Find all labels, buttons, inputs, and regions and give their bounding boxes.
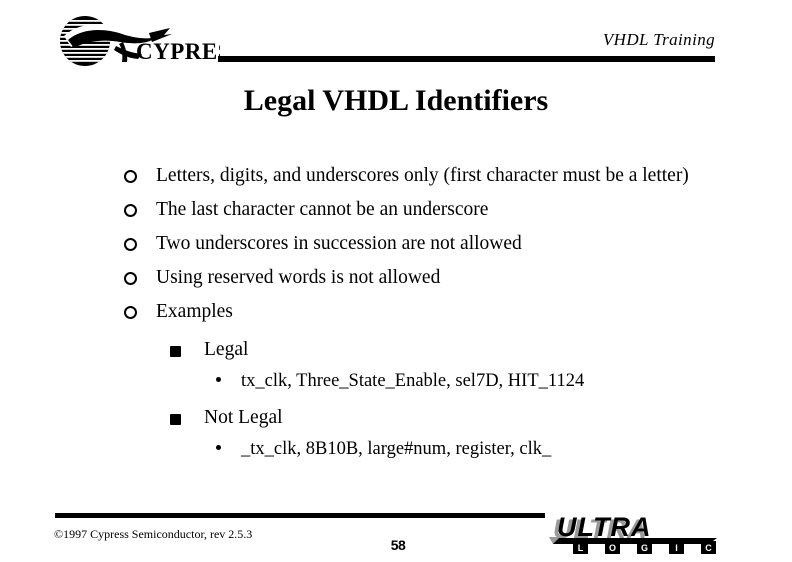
cypress-wordmark: CYPRESS: [136, 39, 220, 64]
logic-letter: O: [609, 543, 616, 553]
list-item-label: tx_clk, Three_State_Enable, sel7D, HIT_1…: [241, 371, 585, 391]
ring-bullet-icon: [124, 232, 144, 258]
ring-bullet-icon: [124, 198, 144, 224]
ring-bullet-icon: [124, 266, 144, 292]
ultra-wordmark: ULTRA: [557, 512, 651, 542]
list-item: The last character cannot be an undersco…: [124, 197, 741, 223]
list-item-label: Two underscores in succession are not al…: [156, 233, 522, 254]
list-item: Two underscores in succession are not al…: [124, 231, 741, 257]
list-item-label: Legal: [204, 339, 249, 360]
list-item: Not Legal: [124, 405, 724, 431]
list-item-label: Not Legal: [204, 407, 283, 428]
ultra-logic-logo: ULTRA ULTRA L O G I C: [549, 511, 739, 559]
slide-header: CYPRESS VHDL Training: [0, 0, 792, 72]
ring-bullet-icon: [124, 300, 144, 326]
page-title: Legal VHDL Identifiers: [243, 84, 549, 117]
list-item-label: Using reserved words is not allowed: [156, 267, 441, 288]
list-item-label: Examples: [156, 301, 233, 322]
list-item: tx_clk, Three_State_Enable, sel7D, HIT_1…: [124, 368, 724, 394]
list-item-label: _tx_clk, 8B10B, large#num, register, clk…: [241, 439, 552, 459]
header-title: VHDL Training: [602, 30, 715, 49]
page-number: 58: [390, 537, 406, 553]
copyright-notice: ©1997 Cypress Semiconductor, rev 2.5.3: [54, 527, 253, 541]
dot-bullet-icon: [216, 436, 232, 462]
dot-bullet-icon: [216, 368, 232, 394]
logic-letter: I: [675, 543, 678, 553]
ring-bullet-icon: [124, 164, 144, 190]
bullet-list: Letters, digits, and underscores only (f…: [124, 163, 724, 467]
footer-divider: [55, 513, 545, 518]
list-item-label: Letters, digits, and underscores only (f…: [156, 165, 689, 186]
list-item: Letters, digits, and underscores only (f…: [124, 163, 741, 189]
cypress-logo: CYPRESS: [52, 16, 220, 66]
header-divider: [218, 56, 715, 62]
list-item-label: The last character cannot be an undersco…: [156, 199, 489, 220]
logic-letter: L: [578, 543, 584, 553]
list-item: Examples: [124, 299, 741, 325]
square-bullet-icon: [170, 407, 190, 433]
list-item: Legal: [124, 337, 724, 363]
list-item: Using reserved words is not allowed: [124, 265, 741, 291]
logic-letter: G: [641, 543, 648, 553]
square-bullet-icon: [170, 339, 190, 365]
list-item: _tx_clk, 8B10B, large#num, register, clk…: [124, 436, 724, 462]
logic-letter: C: [705, 543, 712, 553]
